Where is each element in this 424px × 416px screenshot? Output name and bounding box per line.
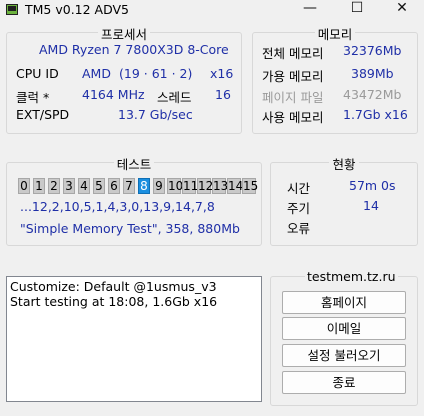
test-cell: 7: [123, 178, 135, 194]
processor-group-title: 프로세서: [97, 27, 150, 42]
test-group: 테스트 0 1 2 3 4 5 6 7 8 9 10 11 12 13 14 15 ...12,2,10,5,…: [6, 157, 262, 246]
test-cell: 15: [242, 178, 259, 194]
site-label: testmem.tz.ru: [305, 269, 398, 284]
test-cell: 3: [63, 178, 75, 194]
email-button[interactable]: 이메일: [282, 317, 406, 340]
test-cell: 5: [93, 178, 105, 194]
cpuid-value: (19 · 61 · 2): [119, 66, 193, 81]
clock-value: 4164 MHz: [82, 87, 145, 102]
maximize-button[interactable]: ☐: [335, 0, 379, 20]
cycle-label: 주기: [287, 201, 311, 216]
exit-button[interactable]: 종료: [282, 371, 406, 394]
used-memory-label: 사용 메모리: [262, 110, 324, 125]
status-group-title: 현황: [329, 157, 359, 172]
window-title: TM5 v0.12 ADV5: [25, 2, 130, 17]
test-cell: 8: [138, 178, 150, 194]
total-memory-value: 32376Mb: [343, 43, 402, 58]
time-value: 57m 0s: [349, 178, 396, 193]
cpuid-vendor: AMD: [82, 66, 111, 81]
test-group-title: 테스트: [113, 157, 155, 172]
available-memory-label: 가용 메모리: [262, 69, 324, 84]
log-line: Start testing at 18:08, 1.6Gb x16: [10, 294, 218, 309]
memory-group: 메모리 전체 메모리 32376Mb 가용 메모리 389Mb 페이지 파일 4…: [252, 27, 418, 134]
load-config-button[interactable]: 설정 불러오기: [282, 344, 406, 367]
test-cell: 9: [153, 178, 165, 194]
homepage-button[interactable]: 홈페이지: [282, 291, 406, 314]
log-box[interactable]: Customize: Default @1usmus_v3 Start test…: [6, 276, 262, 402]
memory-group-title: 메모리: [314, 27, 356, 42]
test-cell: 13: [212, 178, 229, 194]
threads-value: 16: [215, 87, 231, 102]
clock-label: 클럭 *: [16, 90, 50, 105]
page-file-label: 페이지 파일: [262, 90, 324, 105]
cpuid-label: CPU ID: [16, 66, 59, 81]
error-label: 오류: [287, 221, 311, 236]
test-sequence: ...12,2,10,5,1,4,3,0,13,9,14,7,8: [20, 199, 215, 214]
cpu-name: AMD Ryzen 7 7800X3D 8-Core: [39, 42, 229, 57]
close-button[interactable]: ✕: [380, 0, 424, 20]
test-cell: 4: [78, 178, 90, 194]
app-icon: [6, 4, 18, 15]
log-line: Customize: Default @1usmus_v3: [10, 279, 217, 294]
test-cell: 2: [48, 178, 60, 194]
page-file-value: 43472Mb: [343, 87, 402, 102]
ext-spd-label: EXT/SPD: [16, 107, 70, 122]
test-cell: 12: [197, 178, 214, 194]
cycle-value: 14: [363, 198, 379, 213]
processor-group: 프로세서 AMD Ryzen 7 7800X3D 8-Core CPU ID A…: [6, 27, 242, 134]
test-cell: 0: [18, 178, 30, 194]
test-description: "Simple Memory Test", 358, 880Mb: [20, 221, 240, 236]
threads-label: 스레드: [157, 90, 192, 105]
test-cell: 6: [108, 178, 120, 194]
status-group: 현황 시간 57m 0s 주기 14 오류: [270, 157, 418, 246]
cpuid-threads: x16: [210, 66, 234, 81]
test-cell: 11: [182, 178, 199, 194]
ext-spd-value: 13.7 Gb/sec: [118, 107, 193, 122]
available-memory-value: 389Mb: [351, 66, 394, 81]
title-bar: TM5 v0.12 ADV5 — ☐ ✕: [0, 0, 424, 20]
test-cell: 1: [33, 178, 45, 194]
test-cells: 0 1 2 3 4 5 6 7 8 9 10 11 12 13 14 15: [18, 178, 258, 195]
used-memory-value: 1.7Gb x16: [343, 107, 408, 122]
test-cell: 14: [227, 178, 244, 194]
minimize-button[interactable]: —: [288, 0, 332, 20]
time-label: 시간: [287, 181, 311, 196]
test-cell: 10: [167, 178, 184, 194]
total-memory-label: 전체 메모리: [262, 46, 324, 61]
